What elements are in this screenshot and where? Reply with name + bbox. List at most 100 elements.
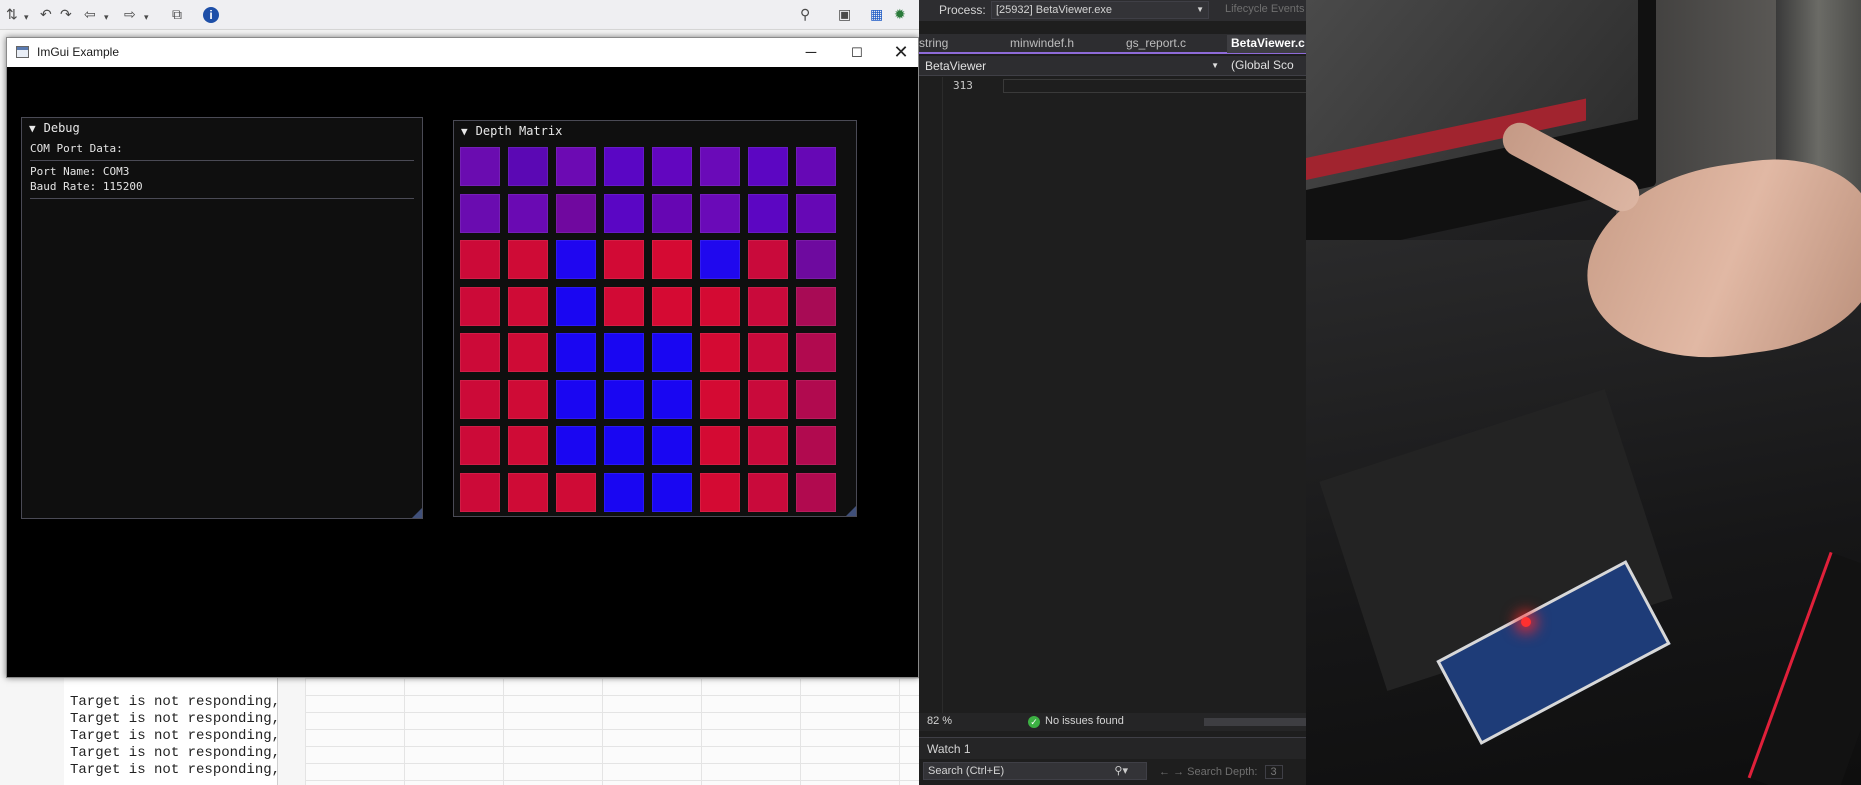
depth-cell <box>508 426 548 465</box>
editor-gutter[interactable] <box>919 77 943 713</box>
separator <box>30 198 414 199</box>
chevron-down-icon[interactable]: ▾ <box>144 9 149 25</box>
depth-cell <box>556 286 596 326</box>
issues-status[interactable]: No issues found <box>1045 715 1124 727</box>
undo-icon[interactable]: ↶ <box>40 6 52 22</box>
depth-cell <box>652 426 692 465</box>
depth-cell <box>604 286 644 326</box>
zoom-dropdown[interactable]: 82 % <box>927 715 952 727</box>
current-line-highlight[interactable] <box>1003 79 1306 93</box>
console-line: Target is not responding, <box>70 762 281 778</box>
export-icon[interactable]: ⧉ <box>172 6 182 22</box>
debug-panel-title: Debug <box>43 121 80 135</box>
collapse-triangle-icon[interactable]: ▼ <box>461 125 468 138</box>
depth-matrix-header[interactable]: ▼ Depth Matrix <box>461 124 562 138</box>
arrow-right-icon[interactable]: → <box>1173 766 1184 778</box>
debug-panel-header[interactable]: ▼ Debug <box>29 121 80 135</box>
arrow-left-icon[interactable]: ← <box>1159 766 1170 778</box>
depth-cell <box>796 333 836 372</box>
console-line: Target is not responding, <box>70 711 281 727</box>
back-icon[interactable]: ⇦ <box>84 6 96 22</box>
depth-cell <box>700 286 740 326</box>
com-port-label: COM Port Data: <box>30 142 123 155</box>
depth-cell <box>700 472 740 512</box>
depth-cell <box>748 193 788 233</box>
debug-panel[interactable]: ▼ Debug COM Port Data: Port Name: COM3 Ba… <box>21 117 423 519</box>
process-dropdown[interactable]: [25932] BetaViewer.exe ▼ <box>991 1 1209 19</box>
ide-toolbar: ⇅ ▾ ↶ ↷ ⇦ ▾ ⇨ ▾ ⧉ i ⚲ ▣ ▦ ✹ <box>0 0 919 30</box>
depth-cell <box>604 240 644 279</box>
resize-grip[interactable] <box>412 508 422 518</box>
close-button[interactable]: ✕ <box>878 38 924 67</box>
depth-cell <box>796 472 836 512</box>
depth-cell <box>604 147 644 186</box>
search-icon[interactable]: ⚲▾ <box>1114 763 1128 779</box>
depth-cell <box>700 426 740 465</box>
depth-cell <box>748 472 788 512</box>
search-icon[interactable]: ⚲ <box>800 6 810 22</box>
package-icon[interactable]: ▣ <box>838 6 851 22</box>
process-label: Process: <box>939 3 986 17</box>
depth-cell <box>460 147 500 186</box>
depth-cell <box>556 472 596 512</box>
tab-betaviewer[interactable]: BetaViewer.c <box>1227 35 1309 53</box>
resize-grip[interactable] <box>846 506 856 516</box>
console-line: Target is not responding, <box>70 728 281 744</box>
spreadsheet-grid[interactable] <box>305 678 919 785</box>
depth-cell <box>796 240 836 279</box>
depth-matrix-grid <box>460 147 852 512</box>
depth-cell <box>604 379 644 419</box>
search-depth-control[interactable]: ← → Search Depth: 3 <box>1159 765 1283 779</box>
navigation-bar: BetaViewer ▼ (Global Sco <box>919 56 1306 76</box>
visual-studio-panel: Process: [25932] BetaViewer.exe ▼ Lifecy… <box>919 0 1309 785</box>
editor-status-bar: 82 % ✓ No issues found <box>919 713 1306 731</box>
window-title: ImGui Example <box>37 45 120 59</box>
depth-cell <box>460 286 500 326</box>
imgui-example-window: ImGui Example ─ ☐ ✕ ▼ Debug COM Port Data… <box>6 37 919 678</box>
depth-cell <box>796 426 836 465</box>
scope-dropdown[interactable]: (Global Sco <box>1231 58 1294 72</box>
tab-minwindef[interactable]: minwindef.h <box>1010 36 1074 50</box>
forward-icon[interactable]: ⇨ <box>124 6 136 22</box>
port-name-text: Port Name: COM3 <box>30 165 130 178</box>
depth-cell <box>604 426 644 465</box>
depth-cell <box>556 426 596 465</box>
chevron-down-icon[interactable]: ▾ <box>104 9 109 25</box>
document-tabs: string minwindef.h gs_report.c BetaViewe… <box>919 34 1309 54</box>
tab-gs-report[interactable]: gs_report.c <box>1126 36 1186 50</box>
bug-icon[interactable]: ✹ <box>894 6 906 22</box>
info-icon[interactable]: i <box>203 7 219 23</box>
imgui-client-area: ▼ Debug COM Port Data: Port Name: COM3 Ba… <box>7 67 918 677</box>
depth-cell <box>700 333 740 372</box>
minimize-button[interactable]: ─ <box>788 38 834 67</box>
collapse-triangle-icon[interactable]: ▼ <box>29 122 36 135</box>
chevron-down-icon: ▼ <box>1211 61 1219 70</box>
search-depth-value[interactable]: 3 <box>1264 765 1283 779</box>
redo-icon[interactable]: ↷ <box>60 6 72 22</box>
depth-cell <box>748 333 788 372</box>
horizontal-scrollbar[interactable] <box>1204 718 1306 726</box>
process-value: [25932] BetaViewer.exe <box>996 4 1112 16</box>
watch-search-input[interactable]: Search (Ctrl+E) ⚲▾ <box>923 762 1147 780</box>
lifecycle-events-button[interactable]: Lifecycle Events <box>1225 3 1304 15</box>
project-dropdown[interactable]: BetaViewer ▼ <box>925 58 1223 74</box>
window-titlebar[interactable]: ImGui Example ─ ☐ ✕ <box>7 38 918 67</box>
depth-cell <box>700 147 740 186</box>
camera-photo <box>1306 0 1861 785</box>
maximize-button[interactable]: ☐ <box>834 38 880 67</box>
depth-cell <box>748 379 788 419</box>
depth-cell <box>748 240 788 279</box>
window-icon[interactable]: ▦ <box>870 6 883 22</box>
depth-cell <box>508 379 548 419</box>
depth-matrix-panel[interactable]: ▼ Depth Matrix <box>453 120 857 517</box>
search-depth-label: Search Depth: <box>1187 766 1258 778</box>
debug-icon[interactable]: ⇅ <box>6 6 18 22</box>
red-led <box>1521 617 1531 627</box>
depth-cell <box>700 240 740 279</box>
console-line: Target is not responding, <box>70 694 281 710</box>
tab-string[interactable]: string <box>919 36 948 50</box>
chevron-down-icon[interactable]: ▾ <box>24 9 29 25</box>
depth-cell <box>460 472 500 512</box>
depth-cell <box>652 286 692 326</box>
depth-cell <box>796 193 836 233</box>
